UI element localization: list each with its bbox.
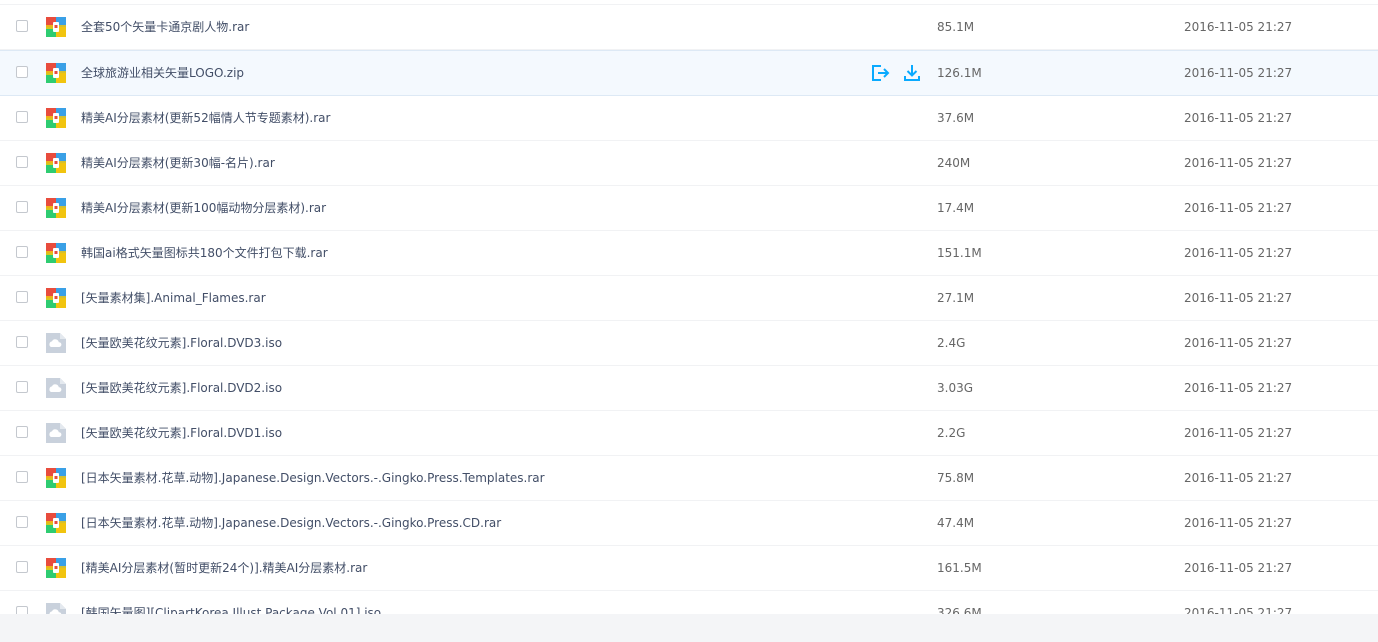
row-checkbox[interactable] <box>16 201 28 213</box>
file-modified-date: 2016-11-05 21:27 <box>1184 381 1293 395</box>
file-list: 全套50个矢量卡通京剧人物.rar 85.1M 2016-11-05 21:27… <box>0 0 1378 614</box>
archive-icon <box>45 152 67 174</box>
disc-image-icon <box>45 422 67 444</box>
row-checkbox[interactable] <box>16 336 28 348</box>
file-name[interactable]: 全球旅游业相关矢量LOGO.zip <box>81 65 244 81</box>
file-modified-date: 2016-11-05 21:27 <box>1184 561 1293 575</box>
file-row[interactable]: 精美AI分层素材(更新100幅动物分层素材).rar 17.4M 2016-11… <box>0 186 1378 231</box>
file-size: 326.6M <box>937 606 982 614</box>
file-modified-date: 2016-11-05 21:27 <box>1184 111 1293 125</box>
row-checkbox[interactable] <box>16 471 28 483</box>
file-name[interactable]: [韩国矢量图][ClipartKorea.Illust.Package.Vol.… <box>81 605 381 614</box>
row-checkbox[interactable] <box>16 156 28 168</box>
file-modified-date: 2016-11-05 21:27 <box>1184 20 1293 34</box>
archive-icon <box>45 512 67 534</box>
file-name[interactable]: [日本矢量素材.花草.动物].Japanese.Design.Vectors.-… <box>81 515 501 531</box>
file-modified-date: 2016-11-05 21:27 <box>1184 606 1293 614</box>
file-row[interactable]: [矢量欧美花纹元素].Floral.DVD2.iso 3.03G 2016-11… <box>0 366 1378 411</box>
row-checkbox[interactable] <box>16 426 28 438</box>
archive-icon <box>45 107 67 129</box>
file-size: 151.1M <box>937 246 982 260</box>
file-name[interactable]: [精美AI分层素材(暂时更新24个)].精美AI分层素材.rar <box>81 560 367 576</box>
row-checkbox[interactable] <box>16 606 28 614</box>
row-checkbox[interactable] <box>16 66 28 78</box>
archive-icon <box>45 62 67 84</box>
file-row[interactable]: 全球旅游业相关矢量LOGO.zip 126.1M 2016-11-05 21:2… <box>0 50 1378 96</box>
file-modified-date: 2016-11-05 21:27 <box>1184 66 1293 80</box>
file-size: 27.1M <box>937 291 975 305</box>
download-icon[interactable] <box>902 62 922 84</box>
file-size: 2.2G <box>937 426 966 440</box>
file-name[interactable]: [矢量素材集].Animal_Flames.rar <box>81 290 266 306</box>
file-modified-date: 2016-11-05 21:27 <box>1184 291 1293 305</box>
file-modified-date: 2016-11-05 21:27 <box>1184 201 1293 215</box>
file-row[interactable]: 精美AI分层素材(更新52幅情人节专题素材).rar 37.6M 2016-11… <box>0 96 1378 141</box>
file-row[interactable]: [日本矢量素材.花草.动物].Japanese.Design.Vectors.-… <box>0 501 1378 546</box>
file-modified-date: 2016-11-05 21:27 <box>1184 471 1293 485</box>
file-name[interactable]: 精美AI分层素材(更新100幅动物分层素材).rar <box>81 200 326 216</box>
bottom-bar <box>0 614 1378 642</box>
archive-icon <box>45 467 67 489</box>
archive-icon <box>45 242 67 264</box>
file-modified-date: 2016-11-05 21:27 <box>1184 516 1293 530</box>
archive-icon <box>45 197 67 219</box>
row-checkbox[interactable] <box>16 381 28 393</box>
file-name[interactable]: 全套50个矢量卡通京剧人物.rar <box>81 19 249 35</box>
file-name[interactable]: [日本矢量素材.花草.动物].Japanese.Design.Vectors.-… <box>81 470 545 486</box>
file-size: 161.5M <box>937 561 982 575</box>
row-checkbox[interactable] <box>16 561 28 573</box>
disc-image-icon <box>45 377 67 399</box>
file-row[interactable]: [日本矢量素材.花草.动物].Japanese.Design.Vectors.-… <box>0 456 1378 501</box>
row-checkbox[interactable] <box>16 246 28 258</box>
file-row[interactable]: [矢量素材集].Animal_Flames.rar 27.1M 2016-11-… <box>0 276 1378 321</box>
disc-image-icon <box>45 602 67 614</box>
row-checkbox[interactable] <box>16 20 28 32</box>
file-size: 17.4M <box>937 201 975 215</box>
file-size: 126.1M <box>937 66 982 80</box>
file-name[interactable]: [矢量欧美花纹元素].Floral.DVD2.iso <box>81 380 282 396</box>
file-size: 3.03G <box>937 381 974 395</box>
archive-icon <box>45 16 67 38</box>
file-row[interactable]: 精美AI分层素材(更新30幅-名片).rar 240M 2016-11-05 2… <box>0 141 1378 186</box>
file-size: 75.8M <box>937 471 975 485</box>
row-checkbox[interactable] <box>16 111 28 123</box>
file-row[interactable]: [韩国矢量图][ClipartKorea.Illust.Package.Vol.… <box>0 591 1378 614</box>
file-name[interactable]: [矢量欧美花纹元素].Floral.DVD1.iso <box>81 425 282 441</box>
file-row[interactable]: [矢量欧美花纹元素].Floral.DVD1.iso 2.2G 2016-11-… <box>0 411 1378 456</box>
file-modified-date: 2016-11-05 21:27 <box>1184 156 1293 170</box>
file-name[interactable]: 韩国ai格式矢量图标共180个文件打包下载.rar <box>81 245 328 261</box>
file-modified-date: 2016-11-05 21:27 <box>1184 246 1293 260</box>
file-row[interactable]: [精美AI分层素材(暂时更新24个)].精美AI分层素材.rar 161.5M … <box>0 546 1378 591</box>
file-size: 37.6M <box>937 111 975 125</box>
file-size: 2.4G <box>937 336 966 350</box>
share-icon[interactable] <box>870 62 890 84</box>
file-row[interactable]: 全套50个矢量卡通京剧人物.rar 85.1M 2016-11-05 21:27 <box>0 4 1378 50</box>
file-size: 85.1M <box>937 20 975 34</box>
file-rows: 全套50个矢量卡通京剧人物.rar 85.1M 2016-11-05 21:27… <box>0 4 1378 614</box>
file-name[interactable]: 精美AI分层素材(更新52幅情人节专题素材).rar <box>81 110 330 126</box>
file-row[interactable]: [矢量欧美花纹元素].Floral.DVD3.iso 2.4G 2016-11-… <box>0 321 1378 366</box>
file-size: 47.4M <box>937 516 975 530</box>
archive-icon <box>45 287 67 309</box>
archive-icon <box>45 557 67 579</box>
file-name[interactable]: 精美AI分层素材(更新30幅-名片).rar <box>81 155 275 171</box>
file-name[interactable]: [矢量欧美花纹元素].Floral.DVD3.iso <box>81 335 282 351</box>
file-modified-date: 2016-11-05 21:27 <box>1184 426 1293 440</box>
row-checkbox[interactable] <box>16 516 28 528</box>
file-size: 240M <box>937 156 971 170</box>
file-row[interactable]: 韩国ai格式矢量图标共180个文件打包下载.rar 151.1M 2016-11… <box>0 231 1378 276</box>
file-modified-date: 2016-11-05 21:27 <box>1184 336 1293 350</box>
row-checkbox[interactable] <box>16 291 28 303</box>
disc-image-icon <box>45 332 67 354</box>
